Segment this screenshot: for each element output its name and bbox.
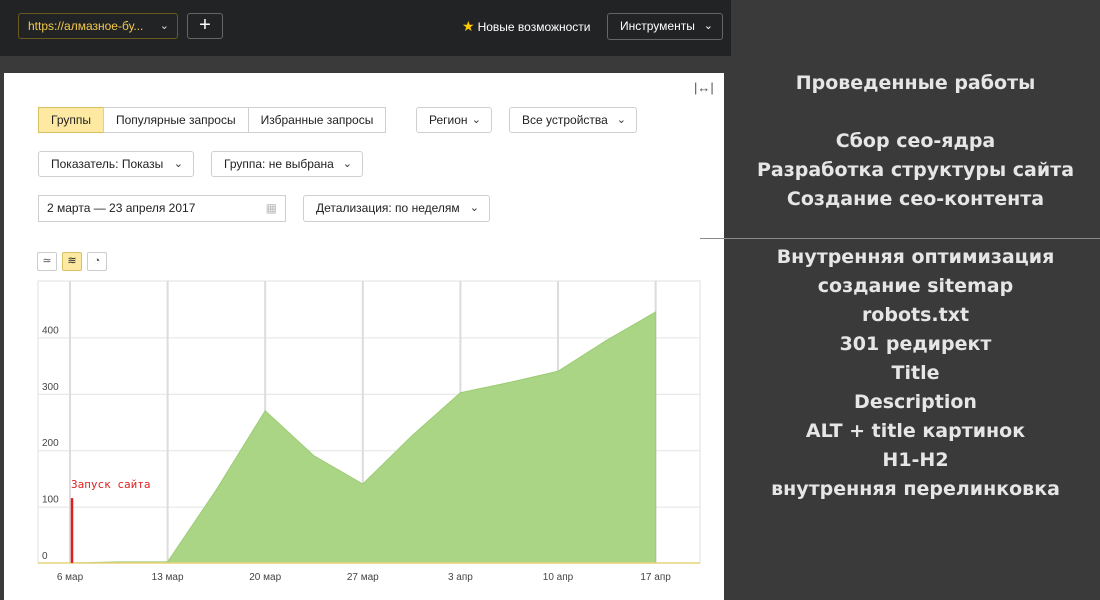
optimization-item: Title [891, 362, 940, 384]
y-tick-label: 200 [42, 438, 59, 449]
optimization-item: создание sitemap [817, 275, 1014, 297]
x-tick-label: 17 апр [640, 572, 671, 583]
work-item: Разработка структуры сайта [756, 159, 1075, 181]
site-url: https://алмазное-бу... [28, 19, 144, 33]
optimization-item: внутренняя перелинковка [771, 478, 1060, 500]
y-tick-label: 300 [42, 382, 59, 393]
optimization-item: Description [854, 391, 977, 413]
x-tick-label: 13 мар [152, 572, 184, 583]
top-toolbar: https://алмазное-бу... ⌄ + ★ Новые возмож… [0, 0, 731, 56]
add-site-button[interactable]: + [187, 13, 223, 39]
chevron-down-icon: ⌄ [159, 20, 169, 32]
optimization-item: 301 редирект [839, 333, 992, 355]
x-tick-label: 10 апр [543, 572, 574, 583]
launch-label: Запуск сайта [71, 478, 150, 491]
site-select[interactable]: https://алмазное-бу... ⌄ [18, 13, 178, 39]
x-tick-label: 6 мар [57, 572, 84, 583]
chevron-down-icon: ⌄ [703, 20, 713, 32]
works-panel: Проведенные работы Сбор сео-ядра Разрабо… [731, 0, 1100, 600]
optimization-item: H1-H2 [882, 449, 949, 471]
x-tick-label: 27 мар [347, 572, 379, 583]
work-item: Создание сео-контента [786, 188, 1045, 210]
optimization-item: ALT + title картинок [805, 420, 1026, 442]
work-item: Сбор сео-ядра [835, 130, 996, 152]
optimization-item: Внутренняя оптимизация [776, 246, 1055, 268]
x-tick-label: 3 апр [448, 572, 473, 583]
whats-new-label: Новые возможности [477, 20, 591, 34]
y-tick-label: 0 [42, 551, 48, 562]
star-icon: ★ [462, 18, 475, 34]
stats-panel: |↔| Группы Популярные запросы Избранные … [4, 73, 724, 600]
y-tick-label: 100 [42, 495, 59, 506]
y-tick-label: 400 [42, 325, 59, 336]
impressions-chart: 0 100 200 300 400 6 мар 13 мар 20 мар 27 мар 3 а… [37, 280, 701, 583]
tools-menu-button[interactable]: Инструменты ⌄ [607, 13, 723, 40]
whats-new-link[interactable]: ★ Новые возможности [462, 13, 591, 39]
x-tick-label: 20 мар [249, 572, 281, 583]
tools-label: Инструменты [620, 19, 695, 33]
optimization-item: robots.txt [861, 304, 970, 326]
works-title: Проведенные работы [795, 72, 1036, 94]
